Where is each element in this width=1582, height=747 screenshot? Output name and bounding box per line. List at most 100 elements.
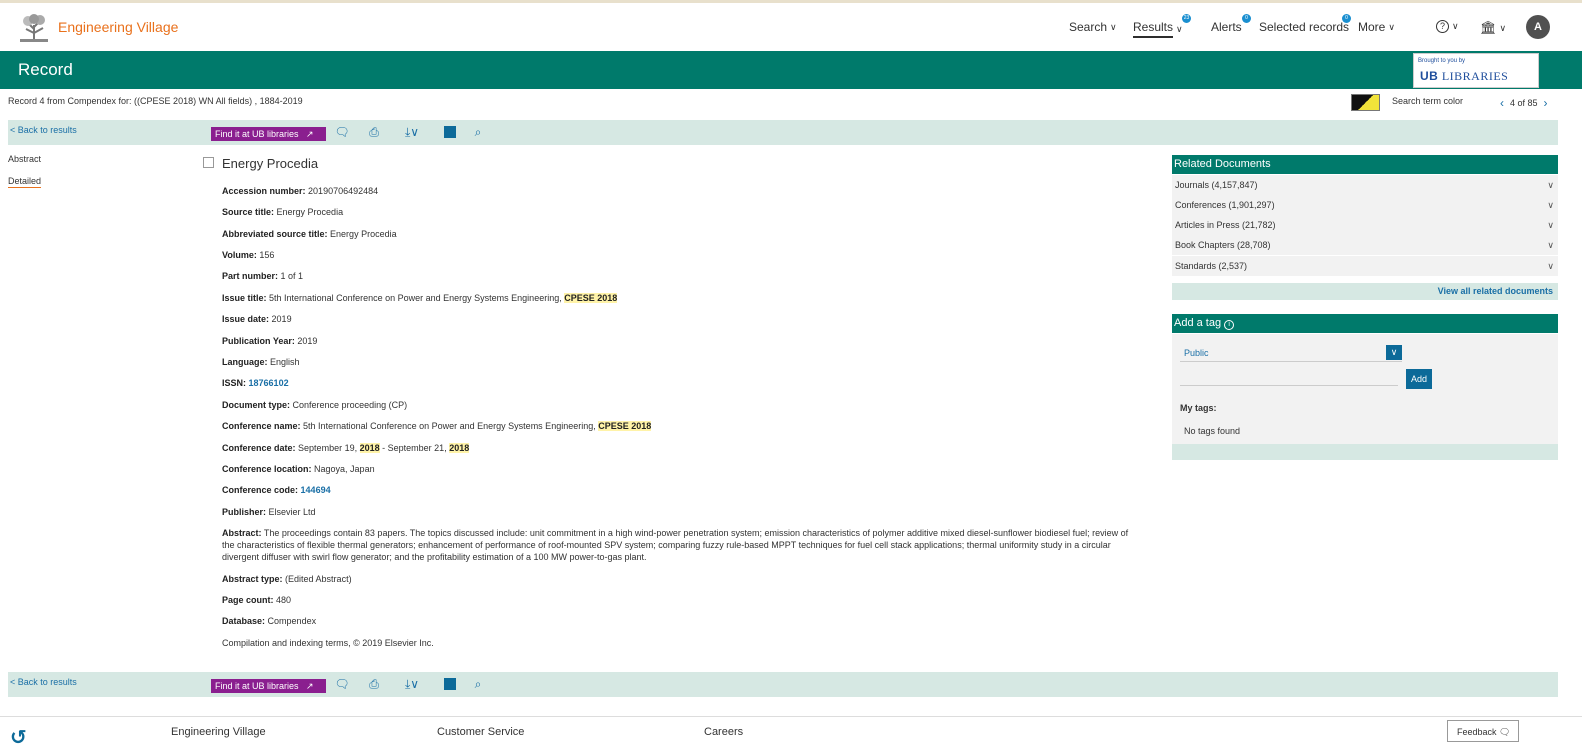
nav-search[interactable]: Search ∨ bbox=[1069, 20, 1117, 34]
search-icon[interactable]: ⌕ bbox=[470, 124, 486, 140]
abbr-label: Abbreviated source title: bbox=[222, 229, 328, 239]
related-item-label: Conferences (1,901,297) bbox=[1175, 200, 1275, 210]
database-label: Database: bbox=[222, 616, 266, 626]
conflocation-value: Nagoya, Japan bbox=[314, 464, 375, 474]
find-it-button[interactable]: Find it at UB libraries ↗ bbox=[211, 679, 326, 693]
record-info: Record 4 from Compendex for: ((CPESE 201… bbox=[8, 96, 303, 106]
select-record-checkbox[interactable] bbox=[203, 157, 214, 168]
confdate-label: Conference date: bbox=[222, 443, 296, 453]
chevron-down-icon: ∨ bbox=[1547, 261, 1554, 271]
print-icon[interactable]: ⎙ bbox=[366, 124, 382, 140]
field-doctype: Document type: Conference proceeding (CP… bbox=[222, 399, 1134, 411]
nav-results-label: Results bbox=[1133, 20, 1174, 38]
feedback-label: Feedback bbox=[1457, 727, 1497, 737]
search-term-color-label: Search term color bbox=[1392, 96, 1464, 106]
prev-record-icon[interactable]: ‹ bbox=[1500, 96, 1504, 110]
view-all-related-link[interactable]: View all related documents bbox=[1172, 283, 1558, 300]
confcode-label: Conference code: bbox=[222, 485, 299, 495]
search-term-highlight: 2018 bbox=[359, 443, 380, 453]
nav-selected-label: Selected records bbox=[1259, 20, 1350, 34]
issue-title-value: 5th International Conference on Power an… bbox=[269, 293, 562, 303]
field-issn: ISSN: 18766102 bbox=[222, 377, 1134, 389]
abstract-label: Abstract: bbox=[222, 528, 262, 538]
issue-date-label: Issue date: bbox=[222, 314, 270, 324]
save-to-folder-icon[interactable] bbox=[444, 126, 456, 138]
search-term-highlight: 2018 bbox=[449, 443, 470, 453]
chevron-down-icon[interactable]: ∨ bbox=[1386, 345, 1402, 360]
help-menu[interactable]: ? ∨ bbox=[1436, 20, 1459, 33]
abstract-type-value: (Edited Abstract) bbox=[285, 574, 352, 584]
elsevier-tree-icon[interactable] bbox=[18, 13, 50, 43]
my-tags-label: My tags: bbox=[1180, 403, 1217, 413]
issue-title-label: Issue title: bbox=[222, 293, 267, 303]
volume-label: Volume: bbox=[222, 250, 257, 260]
find-it-button[interactable]: Find it at UB libraries ↗ bbox=[211, 127, 326, 141]
related-item[interactable]: Conferences (1,901,297) ∨ bbox=[1172, 195, 1558, 215]
record-toolbar-top: < Back to results Find it at UB librarie… bbox=[8, 120, 1558, 145]
record-toolbar-bottom: < Back to results Find it at UB librarie… bbox=[8, 672, 1558, 697]
database-value: Compendex bbox=[267, 616, 317, 626]
nav-results[interactable]: Results ∨ 23 bbox=[1133, 14, 1191, 38]
abstract-type-label: Abstract type: bbox=[222, 574, 283, 584]
search-term-color-picker[interactable] bbox=[1351, 94, 1380, 111]
tag-input[interactable] bbox=[1180, 370, 1398, 386]
partner-name-text: LIBRARIES bbox=[1441, 69, 1509, 83]
print-icon[interactable]: ⎙ bbox=[366, 676, 382, 692]
next-record-icon[interactable]: › bbox=[1544, 96, 1548, 110]
source-label: Source title: bbox=[222, 207, 275, 217]
footer-link-careers[interactable]: Careers bbox=[704, 726, 743, 738]
copyright: Compilation and indexing terms, © 2019 E… bbox=[222, 638, 434, 648]
field-abstract-type: Abstract type: (Edited Abstract) bbox=[222, 573, 1134, 585]
nav-selected-records[interactable]: Selected records 0 bbox=[1259, 14, 1351, 34]
related-item[interactable]: Standards (2,537) ∨ bbox=[1172, 256, 1558, 276]
relx-logo-icon[interactable]: ↺ bbox=[10, 725, 42, 747]
nav-more[interactable]: More ∨ bbox=[1358, 20, 1395, 34]
publisher-label: Publisher: bbox=[222, 507, 267, 517]
partner-name: UB LIBRARIES bbox=[1420, 69, 1508, 84]
brand-name[interactable]: Engineering Village bbox=[58, 19, 178, 35]
field-database: Database: Compendex bbox=[222, 615, 1134, 627]
nav-alerts[interactable]: Alerts 0 bbox=[1211, 14, 1251, 34]
record-pager: ‹ 4 of 85 › bbox=[1500, 96, 1548, 110]
institution-menu[interactable]: 🏛 ∨ bbox=[1480, 20, 1506, 36]
comment-icon[interactable]: 🗨 bbox=[334, 124, 350, 140]
abstract-value: The proceedings contain 83 papers. The t… bbox=[222, 528, 1129, 562]
part-label: Part number: bbox=[222, 271, 279, 281]
leftnav-detailed[interactable]: Detailed bbox=[8, 176, 42, 188]
search-icon[interactable]: ⌕ bbox=[470, 676, 486, 692]
issn-link[interactable]: 18766102 bbox=[249, 378, 289, 388]
field-issue-title: Issue title: 5th International Conferenc… bbox=[222, 292, 1134, 304]
save-to-folder-icon[interactable] bbox=[444, 678, 456, 690]
accession-label: Accession number: bbox=[222, 186, 306, 196]
language-value: English bbox=[270, 357, 300, 367]
source-value: Energy Procedia bbox=[276, 207, 344, 217]
external-link-icon: ↗ bbox=[306, 681, 314, 691]
results-badge: 23 bbox=[1182, 14, 1191, 23]
related-item[interactable]: Book Chapters (28,708) ∨ bbox=[1172, 235, 1558, 255]
chevron-down-icon: ∨ bbox=[1110, 21, 1117, 32]
related-documents-panel: Related Documents bbox=[1172, 155, 1558, 174]
download-icon[interactable]: ⤓∨ bbox=[398, 124, 426, 140]
related-item-label: Articles in Press (21,782) bbox=[1175, 220, 1276, 230]
comment-icon[interactable]: 🗨 bbox=[334, 676, 350, 692]
download-icon[interactable]: ⤓∨ bbox=[398, 676, 426, 692]
back-to-results-link[interactable]: < Back to results bbox=[10, 677, 77, 687]
related-item[interactable]: Articles in Press (21,782) ∨ bbox=[1172, 215, 1558, 235]
chevron-down-icon: ∨ bbox=[1499, 22, 1507, 33]
add-tag-button[interactable]: Add bbox=[1406, 369, 1432, 389]
footer-link-engineering-village[interactable]: Engineering Village bbox=[171, 726, 266, 738]
tag-visibility-select[interactable]: Public bbox=[1180, 344, 1402, 362]
user-avatar[interactable]: A bbox=[1526, 15, 1550, 39]
add-tag-footer bbox=[1172, 444, 1558, 460]
footer-link-customer-service[interactable]: Customer Service bbox=[437, 726, 524, 738]
confcode-link[interactable]: 144694 bbox=[301, 485, 331, 495]
field-accession: Accession number: 20190706492484 bbox=[222, 185, 1134, 197]
search-term-highlight: CPESE 2018 bbox=[564, 293, 618, 303]
feedback-button[interactable]: Feedback 🗨 bbox=[1447, 720, 1519, 742]
back-to-results-link[interactable]: < Back to results bbox=[10, 125, 77, 135]
help-icon: ? bbox=[1436, 20, 1449, 33]
info-icon[interactable]: i bbox=[1224, 320, 1235, 330]
related-item[interactable]: Journals (4,157,847) ∨ bbox=[1172, 175, 1558, 195]
field-language: Language: English bbox=[222, 356, 1134, 368]
leftnav-abstract[interactable]: Abstract bbox=[8, 154, 41, 164]
